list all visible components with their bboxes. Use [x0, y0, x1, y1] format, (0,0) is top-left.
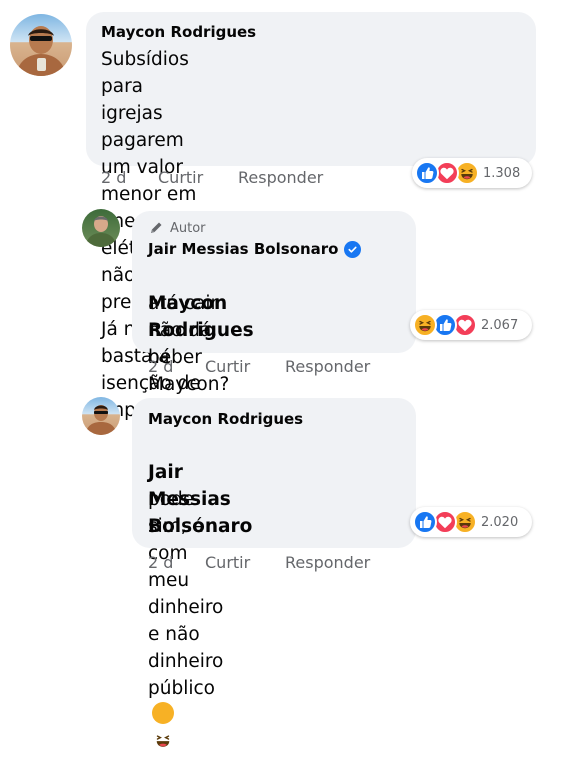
comment-author[interactable]: Maycon Rodrigues	[148, 410, 303, 428]
avatar[interactable]	[82, 397, 120, 435]
reaction-summary[interactable]: 1.308	[412, 158, 532, 188]
avatar[interactable]	[82, 209, 120, 247]
reaction-count: 2.020	[481, 514, 519, 530]
reaction-summary[interactable]: 2.020	[410, 507, 532, 537]
pencil-icon	[151, 222, 162, 233]
verified-icon	[344, 240, 362, 258]
profile-photo-icon	[85, 405, 117, 435]
comment-text-body: pode sim, é com meu dinheiro e não dinhe…	[148, 489, 224, 699]
comment-text-rest: até cair não dá, né Maycon?	[148, 293, 230, 395]
profile-photo-icon	[16, 26, 66, 76]
comment-text-rest: pode sim, é com meu dinheiro e não dinhe…	[148, 459, 223, 756]
reaction-count: 2.067	[481, 317, 519, 333]
like-button[interactable]: Curtir	[205, 553, 250, 572]
author-badge: Autor	[148, 220, 206, 236]
reply-button[interactable]: Responder	[238, 168, 323, 187]
haha-reaction-icon	[413, 313, 437, 337]
reply-button[interactable]: Responder	[285, 553, 370, 572]
author-badge-label: Autor	[170, 220, 206, 236]
comment-author[interactable]: Maycon Rodrigues	[101, 23, 256, 41]
like-button[interactable]: Curtir	[205, 357, 250, 376]
reaction-summary[interactable]: 2.067	[410, 310, 532, 340]
grinning-emoji-icon	[152, 702, 174, 724]
like-button[interactable]: Curtir	[158, 168, 203, 187]
profile-photo-icon	[85, 216, 117, 247]
timestamp[interactable]: 2 d	[148, 553, 173, 572]
like-reaction-icon	[413, 510, 437, 534]
like-reaction-icon	[415, 161, 439, 185]
timestamp[interactable]: 2 d	[148, 357, 173, 376]
comment-author: Jair Messias Bolsonaro	[148, 240, 362, 258]
avatar[interactable]	[10, 14, 72, 76]
comment-author-name[interactable]: Jair Messias Bolsonaro	[148, 240, 338, 258]
timestamp[interactable]: 2 d	[101, 168, 126, 187]
reply-button[interactable]: Responder	[285, 357, 370, 376]
reaction-count: 1.308	[483, 165, 521, 181]
